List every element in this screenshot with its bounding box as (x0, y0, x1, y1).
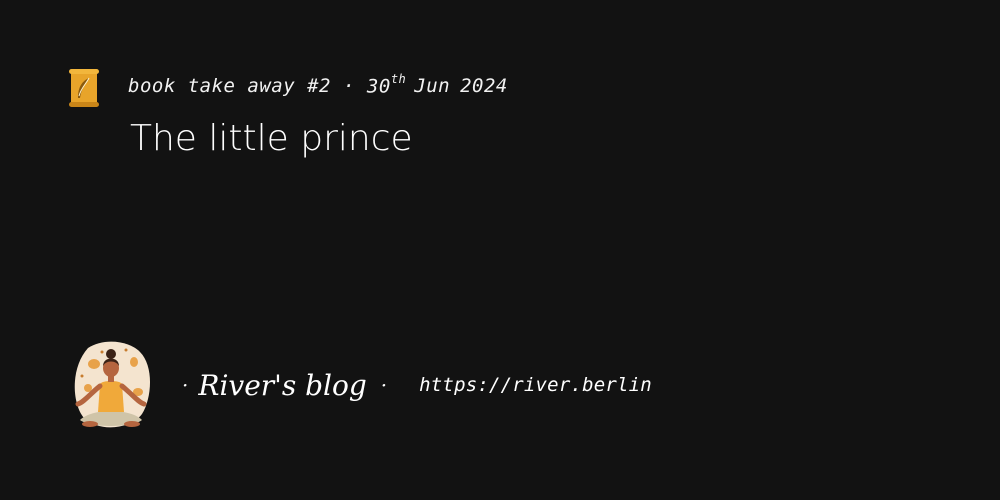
post-title: The little prince (130, 118, 413, 159)
date-year: 2024 (460, 75, 508, 98)
meta-separator: · (342, 75, 355, 98)
post-date: 30th Jun 2024 (366, 72, 508, 98)
avatar (68, 338, 154, 432)
footer-bullet: · (182, 373, 189, 397)
date-day-suffix: th (390, 72, 407, 86)
post-meta: book take away #2 · 30th Jun 2024 (128, 72, 508, 104)
footer-separator: · (380, 373, 388, 397)
scroll-quill-icon (68, 68, 100, 108)
date-day: 30 (366, 75, 391, 98)
blog-url-link[interactable]: https://river.berlin (419, 374, 652, 396)
blog-name[interactable]: River's blog (198, 369, 366, 402)
date-month: Jun (414, 75, 451, 98)
post-category: book take away #2 (128, 75, 331, 98)
blog-footer: · River's blog · https://river.berlin (182, 365, 652, 405)
